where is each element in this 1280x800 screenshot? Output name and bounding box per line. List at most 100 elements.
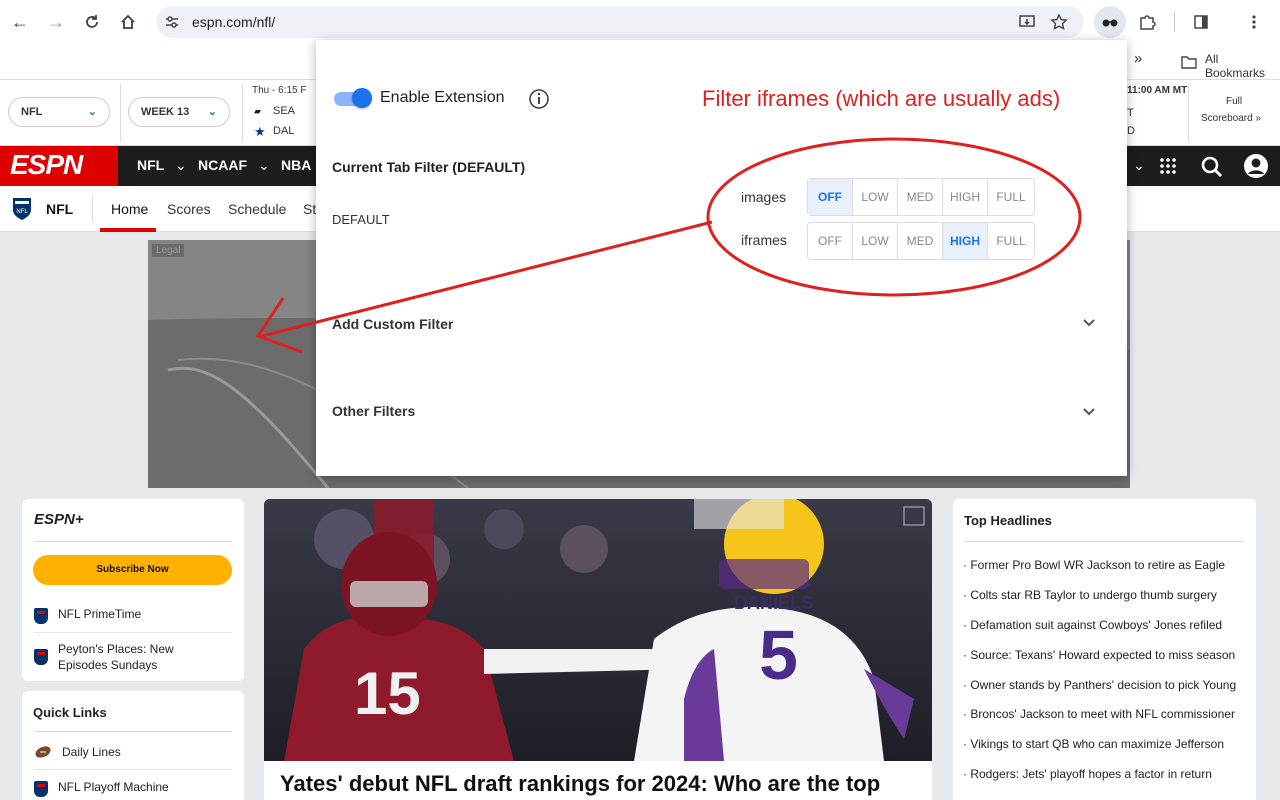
subnav-item-scores[interactable]: Scores [167, 201, 211, 217]
images-level-med[interactable]: MED [898, 179, 943, 215]
chevron-down-icon: ⌄ [207, 106, 217, 118]
address-bar[interactable]: espn.com/nfl/ [156, 6, 1084, 38]
nav-link-nba[interactable]: NBA [281, 157, 311, 173]
list-item-label: Peyton's Places: New Episodes Sundays [58, 642, 174, 672]
iframes-level-high[interactable]: HIGH [943, 223, 988, 259]
apps-grid-icon[interactable] [1159, 157, 1177, 175]
nfl-shield-icon: NFL [12, 196, 32, 225]
headline-item[interactable]: · Owner stands by Panthers' decision to … [963, 678, 1236, 692]
chevron-down-icon[interactable] [1082, 318, 1096, 328]
iframes-level-selector: OFF LOW MED HIGH FULL [807, 222, 1035, 260]
site-info-icon[interactable] [164, 14, 180, 30]
chevron-down-icon[interactable] [1082, 407, 1096, 417]
iframes-level-med[interactable]: MED [898, 223, 943, 259]
league-select[interactable]: NFL ⌄ [8, 97, 110, 127]
reload-icon[interactable] [80, 10, 104, 34]
bookmark-star-icon[interactable] [1050, 13, 1068, 31]
headline-item[interactable]: · Rodgers: Jets' playoff hopes a factor … [963, 767, 1212, 781]
espn-logo[interactable]: ESPN [0, 146, 118, 186]
bookmarks-overflow-button[interactable]: » [1134, 50, 1142, 67]
iframes-label: iframes [741, 232, 787, 248]
headline-item[interactable]: · Defamation suit against Cowboys' Jones… [963, 618, 1222, 632]
headline-text: Owner stands by Panthers' decision to pi… [970, 678, 1237, 692]
divider [34, 541, 232, 542]
chevron-down-icon[interactable]: ⌄ [1133, 157, 1145, 174]
headline-text: Source: Texans' Howard expected to miss … [970, 648, 1236, 662]
images-level-full[interactable]: FULL [988, 179, 1034, 215]
headline-text: Vikings to start QB who can maximize Jef… [970, 737, 1225, 751]
headline-text: Rodgers: Jets' playoff hopes a factor in… [970, 767, 1212, 781]
all-bookmarks-link[interactable]: All Bookmarks [1205, 52, 1280, 80]
headline-text: Former Pro Bowl WR Jackson to retire as … [970, 558, 1226, 572]
nfl-shield-icon [34, 781, 48, 797]
list-item-label: Daily Lines [62, 745, 121, 759]
subnav-item-home[interactable]: Home [111, 201, 148, 217]
iframes-level-off[interactable]: OFF [808, 223, 853, 259]
profile-icon[interactable] [1243, 153, 1269, 179]
extension-glasses-icon[interactable] [1094, 6, 1126, 38]
subnav-item-standings[interactable]: St [303, 201, 316, 217]
headline-text: Defamation suit against Cowboys' Jones r… [970, 618, 1223, 632]
extensions-puzzle-icon[interactable] [1131, 6, 1163, 38]
quick-links-card: Quick Links Daily Lines NFL Playoff Mach… [22, 691, 244, 800]
league-select-value: NFL [21, 106, 43, 118]
list-item[interactable]: NFL Playoff Machine [34, 780, 169, 797]
nav-link-nfl[interactable]: NFL [137, 157, 164, 173]
jersey-name-text: DANIELS [734, 593, 813, 613]
chevron-down-icon[interactable]: ⌄ [175, 157, 187, 174]
week-select[interactable]: WEEK 13 ⌄ [128, 97, 230, 127]
install-app-icon[interactable] [1018, 13, 1036, 31]
toggle-knob [352, 88, 372, 108]
team-name: SEA [273, 105, 296, 117]
other-filters-header[interactable]: Other Filters [332, 403, 415, 419]
divider [34, 731, 232, 732]
espn-plus-logo: ESPN+ [34, 511, 84, 528]
full-scoreboard-link[interactable]: Scoreboard » [1201, 113, 1261, 124]
espn-plus-card: ESPN+ Subscribe Now NFL PrimeTime Peyton… [22, 499, 244, 681]
nfl-shield-icon [34, 608, 48, 624]
enable-extension-toggle[interactable] [332, 88, 372, 108]
enable-extension-label: Enable Extension [380, 89, 505, 106]
headline-item[interactable]: · Colts star RB Taylor to undergo thumb … [963, 588, 1217, 602]
list-item[interactable]: Peyton's Places: New Episodes Sundays [34, 641, 204, 673]
hero-image[interactable]: DANIELS 5 15 [264, 499, 932, 761]
list-item-label: NFL Playoff Machine [58, 780, 169, 794]
images-level-off[interactable]: OFF [808, 179, 853, 215]
divider [92, 196, 93, 222]
headline-item[interactable]: · Broncos' Jackson to meet with NFL comm… [963, 707, 1235, 721]
info-icon[interactable] [528, 88, 550, 110]
menu-dots-icon[interactable] [1238, 6, 1270, 38]
subscribe-now-button[interactable]: Subscribe Now [33, 555, 232, 585]
back-icon[interactable]: ← [8, 10, 32, 34]
nfl-shield-icon [34, 649, 48, 665]
add-custom-filter-header[interactable]: Add Custom Filter [332, 316, 453, 332]
jersey-number-text: 5 [759, 616, 798, 694]
annotation-text: Filter iframes (which are usually ads) [702, 86, 1061, 111]
side-panel-icon[interactable] [1185, 6, 1217, 38]
nav-link-ncaaf[interactable]: NCAAF [198, 157, 247, 173]
divider [34, 632, 232, 633]
subnav-item-schedule[interactable]: Schedule [228, 201, 286, 217]
search-icon[interactable] [1200, 155, 1224, 179]
list-item[interactable]: Daily Lines [34, 745, 121, 759]
top-headlines-title: Top Headlines [964, 513, 1052, 528]
divider [34, 769, 232, 770]
home-icon[interactable] [116, 10, 140, 34]
list-item[interactable]: NFL PrimeTime [34, 607, 141, 624]
chevron-down-icon[interactable]: ⌄ [258, 157, 270, 174]
seahawks-logo-icon: ▰ [254, 106, 261, 116]
images-level-high[interactable]: HIGH [943, 179, 988, 215]
iframes-level-low[interactable]: LOW [853, 223, 898, 259]
headline-item[interactable]: · Source: Texans' Howard expected to mis… [963, 648, 1235, 662]
headline-item[interactable]: · Former Pro Bowl WR Jackson to retire a… [963, 558, 1225, 572]
browser-toolbar: ← → espn.com/nfl/ [0, 0, 1280, 44]
subnav-league[interactable]: NFL [46, 201, 73, 217]
headline-item[interactable]: · Vikings to start QB who can maximize J… [963, 737, 1224, 751]
full-scoreboard-line1[interactable]: Full [1226, 96, 1242, 107]
images-level-low[interactable]: LOW [853, 179, 898, 215]
hero-headline[interactable]: Yates' debut NFL draft rankings for 2024… [264, 761, 932, 800]
quick-links-title: Quick Links [33, 705, 107, 720]
forward-icon[interactable]: → [44, 10, 68, 34]
iframes-level-full[interactable]: FULL [988, 223, 1034, 259]
top-headlines-card: Top Headlines · Former Pro Bowl WR Jacks… [953, 499, 1256, 800]
